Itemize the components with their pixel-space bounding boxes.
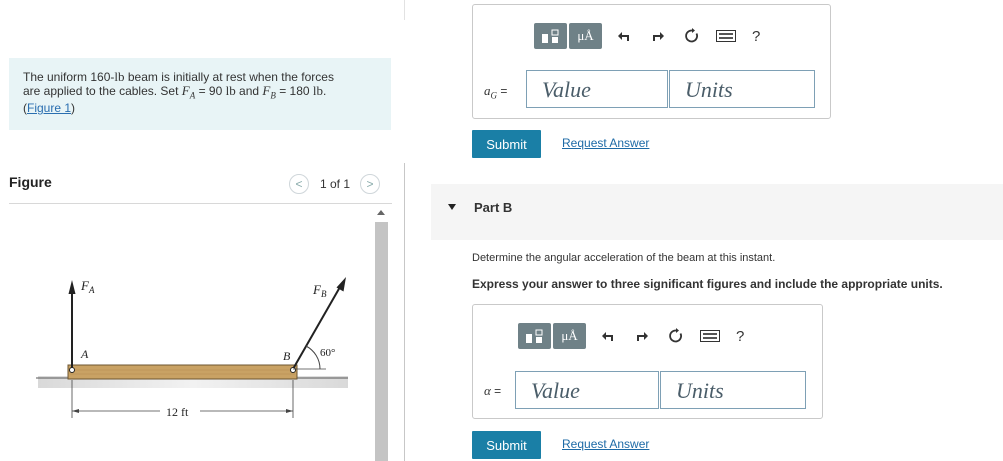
fa-label: FA xyxy=(80,278,95,295)
redo-icon xyxy=(653,32,664,41)
undo-icon xyxy=(602,332,613,341)
templates-button[interactable] xyxy=(534,23,567,49)
mu-angstrom-label: μÅ xyxy=(577,28,594,43)
figure-page-count: 1 of 1 xyxy=(320,177,351,191)
figure-heading: Figure xyxy=(9,174,52,190)
length-label: 12 ft xyxy=(166,405,189,419)
problem-line-2: are applied to the cables. Set FA = 90 l… xyxy=(23,84,377,102)
problem-text: = 90 xyxy=(195,84,226,98)
pin-a xyxy=(69,367,75,373)
redo-button[interactable] xyxy=(646,24,670,48)
part-b-prompt: Determine the angular acceleration of th… xyxy=(472,252,776,264)
dimension-arrow xyxy=(286,409,293,413)
templates-icon xyxy=(525,329,542,343)
undo-button[interactable] xyxy=(596,324,620,348)
point-b-label: B xyxy=(283,349,291,363)
force-fa-arrowhead xyxy=(68,280,76,294)
units-symbol-button[interactable]: μÅ xyxy=(569,23,602,49)
mu-angstrom-label: μÅ xyxy=(561,328,578,343)
help-icon[interactable]: ? xyxy=(736,328,744,345)
point-a-label: A xyxy=(80,347,89,361)
problem-text: The uniform 160- xyxy=(23,70,115,84)
problem-text: beam is initially at rest when the force… xyxy=(124,70,334,84)
unit-lb: lb xyxy=(312,83,324,98)
problem-line-3: (Figure 1) xyxy=(23,102,377,115)
undo-button[interactable] xyxy=(612,24,636,48)
figure-scrollbar[interactable] xyxy=(375,210,388,461)
part-b-title: Part B xyxy=(474,200,513,215)
part-b-instruction: Express your answer to three significant… xyxy=(472,277,943,291)
keyboard-button[interactable] xyxy=(698,324,722,348)
problem-text: are applied to the cables. Set xyxy=(23,84,182,98)
keyboard-button[interactable] xyxy=(714,24,738,48)
part-b-toolbar: μÅ ? xyxy=(518,323,744,349)
templates-icon xyxy=(541,29,558,43)
problem-line-1: The uniform 160-lb beam is initially at … xyxy=(23,70,377,84)
unit-lb: lb xyxy=(114,69,125,84)
part-a-request-answer-link[interactable]: Request Answer xyxy=(562,136,649,150)
keyboard-icon xyxy=(700,330,720,342)
keyboard-icon xyxy=(716,30,736,42)
figure-1-link[interactable]: Figure 1 xyxy=(27,101,71,115)
reset-button[interactable] xyxy=(664,324,688,348)
part-a-submit-button[interactable]: Submit xyxy=(472,130,541,158)
next-figure-button[interactable]: > xyxy=(360,174,381,194)
reset-icon xyxy=(685,28,698,43)
part-a-value-input[interactable]: Value xyxy=(526,70,668,108)
dimension-arrow xyxy=(72,409,79,413)
part-b-request-answer-link[interactable]: Request Answer xyxy=(562,437,649,451)
redo-button[interactable] xyxy=(630,324,654,348)
prev-figure-button[interactable]: < xyxy=(289,174,309,194)
part-b-units-input[interactable]: Units xyxy=(660,371,806,409)
figure-divider xyxy=(9,203,392,204)
part-b-variable-label: α = xyxy=(484,383,502,398)
redo-icon xyxy=(637,332,648,341)
angle-arc xyxy=(305,345,321,370)
part-b-answer-box: μÅ ? α = Value Units xyxy=(472,304,823,419)
help-icon[interactable]: ? xyxy=(752,28,760,45)
unit-lb: lb xyxy=(225,83,236,98)
beam xyxy=(67,364,298,380)
part-a-toolbar: μÅ ? xyxy=(534,23,760,49)
scroll-thumb[interactable] xyxy=(375,222,388,461)
reset-icon xyxy=(669,328,682,343)
pane-divider xyxy=(404,163,405,461)
problem-text: = 180 xyxy=(275,84,313,98)
part-b-value-input[interactable]: Value xyxy=(515,371,659,409)
collapse-chevron-icon[interactable] xyxy=(448,204,456,210)
pane-divider-top xyxy=(404,0,405,20)
problem-statement: The uniform 160-lb beam is initially at … xyxy=(9,58,391,130)
problem-text: and xyxy=(235,84,263,98)
figure-pager: < 1 of 1 > xyxy=(289,173,381,195)
fb-label: FB xyxy=(312,282,327,299)
undo-icon xyxy=(618,32,629,41)
angle-label: 60° xyxy=(320,347,335,359)
problem-text: . xyxy=(323,84,327,98)
scroll-up-arrow[interactable] xyxy=(377,210,385,215)
part-a-variable-label: aG = xyxy=(484,83,508,101)
beam-figure: FA FB A B 60° 12 ft xyxy=(36,277,348,419)
force-fa-symbol: F xyxy=(181,83,190,98)
part-b-header[interactable]: Part B xyxy=(431,184,1003,240)
reset-button[interactable] xyxy=(680,24,704,48)
paren: ) xyxy=(71,101,76,116)
templates-button[interactable] xyxy=(518,323,551,349)
units-symbol-button[interactable]: μÅ xyxy=(553,323,586,349)
pin-b xyxy=(290,367,296,373)
part-a-answer-box: μÅ ? aG = Value Units xyxy=(472,4,831,119)
part-a-units-input[interactable]: Units xyxy=(669,70,815,108)
part-b-submit-button[interactable]: Submit xyxy=(472,431,541,459)
